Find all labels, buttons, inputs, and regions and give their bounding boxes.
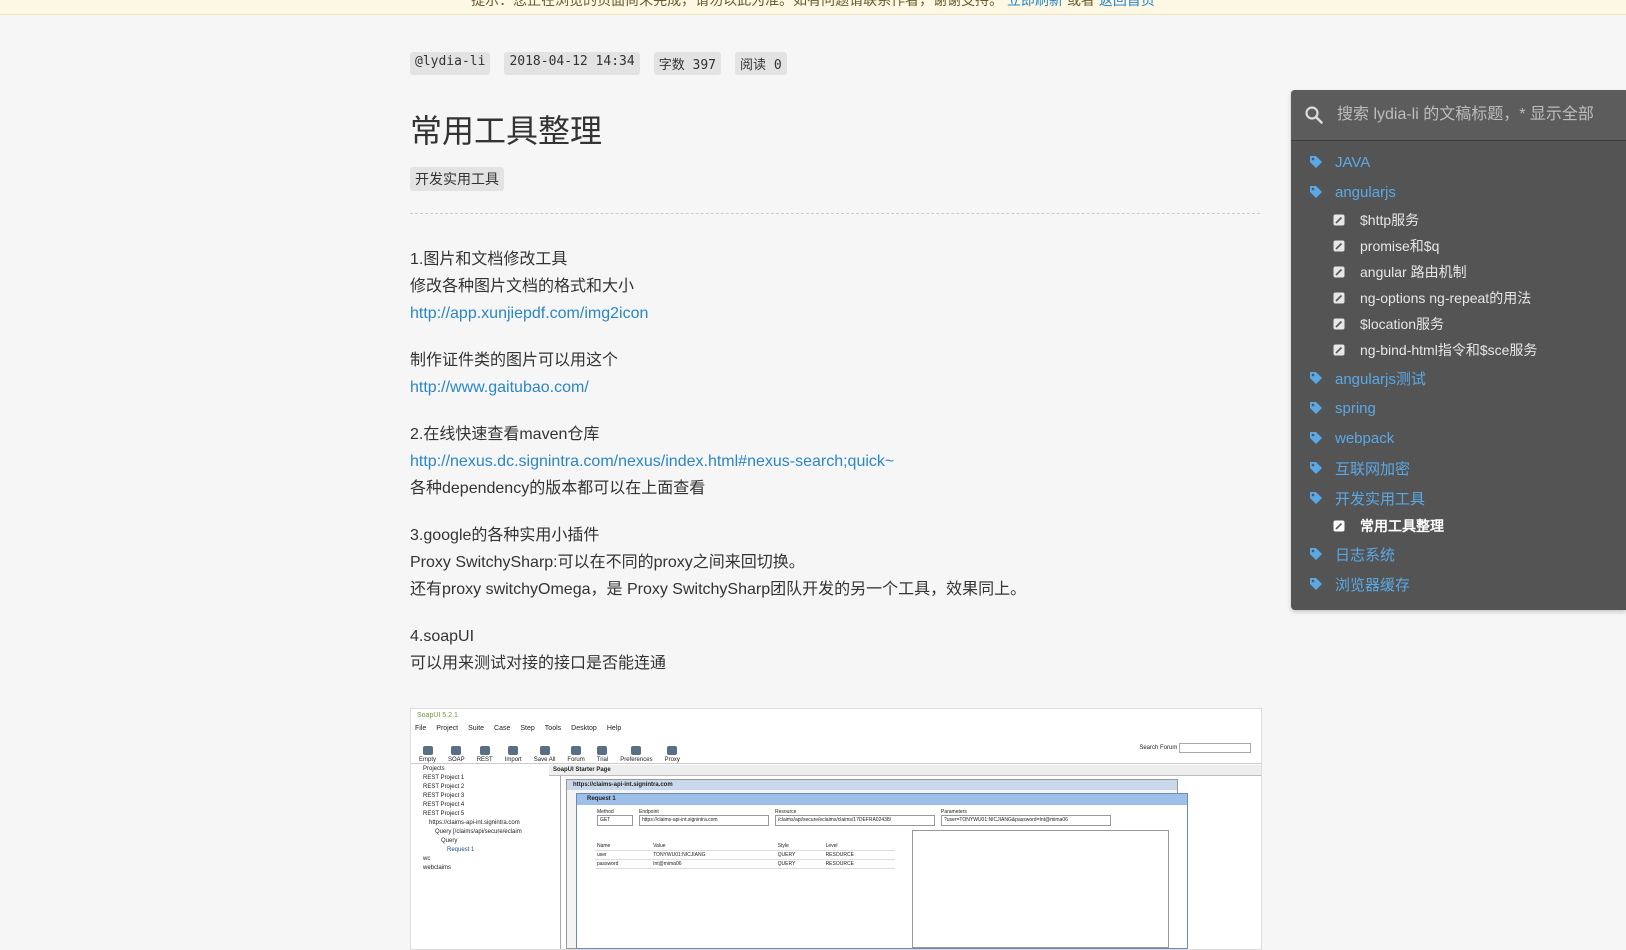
- section-3-line-2: 还有proxy switchyOmega，是 Proxy SwitchyShar…: [410, 581, 1027, 598]
- article-tag[interactable]: 开发实用工具: [410, 167, 504, 191]
- soapui-tool: Save All: [534, 746, 555, 763]
- tag-icon: [1310, 548, 1322, 560]
- xunjiepdf-link[interactable]: http://app.xunjiepdf.com/img2icon: [410, 300, 1260, 327]
- note-common-tools-active[interactable]: 常用工具整理: [1291, 513, 1626, 539]
- soapui-tool: Import: [505, 746, 522, 763]
- word-count-badge: 字数 397: [653, 52, 721, 75]
- soapui-tool: Trial: [597, 746, 608, 763]
- section-1: 1.图片和文档修改工具 修改各种图片文档的格式和大小 http://app.xu…: [410, 246, 1260, 327]
- article-body: 1.图片和文档修改工具 修改各种图片文档的格式和大小 http://app.xu…: [410, 246, 1260, 677]
- article-meta: @lydia-li 2018-04-12 14:34 字数 397 阅读 0: [410, 52, 1260, 75]
- section-1-desc: 修改各种图片文档的格式和大小: [410, 278, 635, 295]
- section-4-desc: 可以用来测试对接的接口是否能连通: [410, 655, 667, 672]
- date-badge: 2018-04-12 14:34: [504, 52, 640, 75]
- notebook-java[interactable]: JAVA: [1291, 147, 1626, 177]
- section-4-heading: 4.soapUI: [410, 628, 475, 645]
- notebook-angularjs-test[interactable]: angularjs测试: [1291, 363, 1626, 393]
- soapui-menu-item: Case: [494, 725, 511, 732]
- soapui-menubar: File Project Suite Case Step Tools Deskt…: [411, 723, 1261, 735]
- author-badge[interactable]: @lydia-li: [410, 52, 491, 75]
- soapui-menu-item: Help: [606, 725, 622, 732]
- soapui-toolbar: Empty SOAP REST Import Save All Forum Tr…: [411, 735, 1261, 764]
- soapui-tool: Forum: [567, 746, 585, 763]
- note-ng-bind-html[interactable]: ng-bind-html指令和$sce服务: [1291, 337, 1626, 363]
- soapui-response-pane: [912, 830, 1169, 948]
- notebook-internet-crypto[interactable]: 互联网加密: [1291, 453, 1626, 483]
- soapui-menu-item: Step: [520, 725, 535, 732]
- soapui-menu-item: Project: [436, 725, 459, 732]
- note-icon: [1333, 292, 1345, 304]
- note-angular-routing[interactable]: angular 路由机制: [1291, 259, 1626, 285]
- note-http-service[interactable]: $http服务: [1291, 207, 1626, 233]
- gaitubao-link[interactable]: http://www.gaitubao.com/: [410, 374, 1260, 401]
- banner-home-link[interactable]: 返回首页: [1099, 0, 1155, 8]
- section-2-desc: 各种dependency的版本都可以在上面查看: [410, 480, 706, 497]
- section-2-heading: 2.在线快速查看maven仓库: [410, 426, 600, 443]
- tag-icon: [1310, 372, 1322, 384]
- soapui-starter-tab: SoapUI Starter Page: [549, 765, 1261, 776]
- soapui-tool: SOAP: [448, 746, 465, 763]
- note-location-service[interactable]: $location服务: [1291, 311, 1626, 337]
- top-banner: 提示：您正在浏览的页面尚未完成，请勿以此为准。如有问题请联系作者，谢谢支持。 立…: [0, 0, 1626, 15]
- note-icon: [1333, 240, 1345, 252]
- soapui-menu-item: File: [415, 725, 427, 732]
- notebook-dev-tools[interactable]: 开发实用工具: [1291, 483, 1626, 513]
- note-ng-options[interactable]: ng-options ng-repeat的用法: [1291, 285, 1626, 311]
- section-2: 2.在线快速查看maven仓库 http://nexus.dc.signintr…: [410, 421, 1260, 502]
- sidebar-search: [1291, 90, 1626, 141]
- note-icon: [1333, 266, 1345, 278]
- section-3: 3.google的各种实用小插件 Proxy SwitchySharp:可以在不…: [410, 522, 1260, 603]
- section-3-line-1: Proxy SwitchySharp:可以在不同的proxy之间来回切换。: [410, 554, 805, 571]
- search-input[interactable]: [1337, 91, 1626, 139]
- note-icon: [1333, 214, 1345, 226]
- tag-icon: [1310, 492, 1322, 504]
- soapui-menu-item: Suite: [468, 725, 485, 732]
- notebook-browser-cache[interactable]: 浏览器缓存: [1291, 569, 1626, 599]
- title-divider: [410, 213, 1260, 214]
- notebook-sidebar: JAVA angularjs $http服务 promise和$q angula…: [1291, 90, 1626, 610]
- tag-icon: [1310, 432, 1322, 444]
- banner-sep: 或者: [1066, 0, 1095, 8]
- notebook-webpack[interactable]: webpack: [1291, 423, 1626, 453]
- banner-text: 提示：您正在浏览的页面尚未完成，请勿以此为准。如有问题请联系作者，谢谢支持。: [471, 0, 1004, 8]
- soapui-request-window: Request 1 Method GET Endpoint https://clai…: [576, 793, 1188, 949]
- notebook-log-system[interactable]: 日志系统: [1291, 539, 1626, 569]
- note-icon: [1333, 520, 1345, 532]
- soapui-search-forum: Search Forum: [1139, 743, 1251, 753]
- soapui-tool: Proxy: [665, 746, 680, 763]
- tag-icon: [1310, 578, 1322, 590]
- soapui-menu-item: Desktop: [571, 725, 597, 732]
- section-4: 4.soapUI 可以用来测试对接的接口是否能连通: [410, 623, 1260, 677]
- soapui-menu-item: Tools: [544, 725, 562, 732]
- section-1b-desc: 制作证件类的图片可以用这个: [410, 352, 619, 369]
- banner-refresh-link[interactable]: 立即刷新: [1007, 0, 1063, 8]
- section-1-heading: 1.图片和文档修改工具: [410, 251, 568, 268]
- nexus-link[interactable]: http://nexus.dc.signintra.com/nexus/inde…: [410, 448, 1260, 475]
- section-3-heading: 3.google的各种实用小插件: [410, 527, 600, 544]
- soapui-navigator: Projects REST Project 1 REST Project 2 R…: [411, 765, 561, 949]
- tag-icon: [1310, 186, 1322, 198]
- tag-icon: [1310, 462, 1322, 474]
- soapui-tool: Preferences: [620, 746, 653, 763]
- article: @lydia-li 2018-04-12 14:34 字数 397 阅读 0 常…: [410, 52, 1260, 697]
- search-icon: [1291, 106, 1337, 124]
- section-1b: 制作证件类的图片可以用这个 http://www.gaitubao.com/: [410, 347, 1260, 401]
- soapui-tool: Empty: [419, 746, 436, 763]
- notebook-spring[interactable]: spring: [1291, 393, 1626, 423]
- notebook-angularjs[interactable]: angularjs: [1291, 177, 1626, 207]
- tag-icon: [1310, 402, 1322, 414]
- read-count-badge: 阅读 0: [735, 52, 787, 75]
- note-promise-q[interactable]: promise和$q: [1291, 233, 1626, 259]
- soapui-titlebar: SoapUI 5.2.1: [417, 712, 458, 719]
- soapui-tool: REST: [477, 746, 493, 763]
- tag-icon: [1310, 156, 1322, 168]
- page-title: 常用工具整理: [410, 113, 603, 149]
- note-icon: [1333, 318, 1345, 330]
- note-icon: [1333, 344, 1345, 356]
- notebook-tree: JAVA angularjs $http服务 promise和$q angula…: [1291, 141, 1626, 599]
- soapui-params-table: Name Value Style Level user TONYWU01:NIC…: [595, 842, 895, 869]
- soapui-screenshot: SoapUI 5.2.1 File Project Suite Case Ste…: [410, 708, 1262, 950]
